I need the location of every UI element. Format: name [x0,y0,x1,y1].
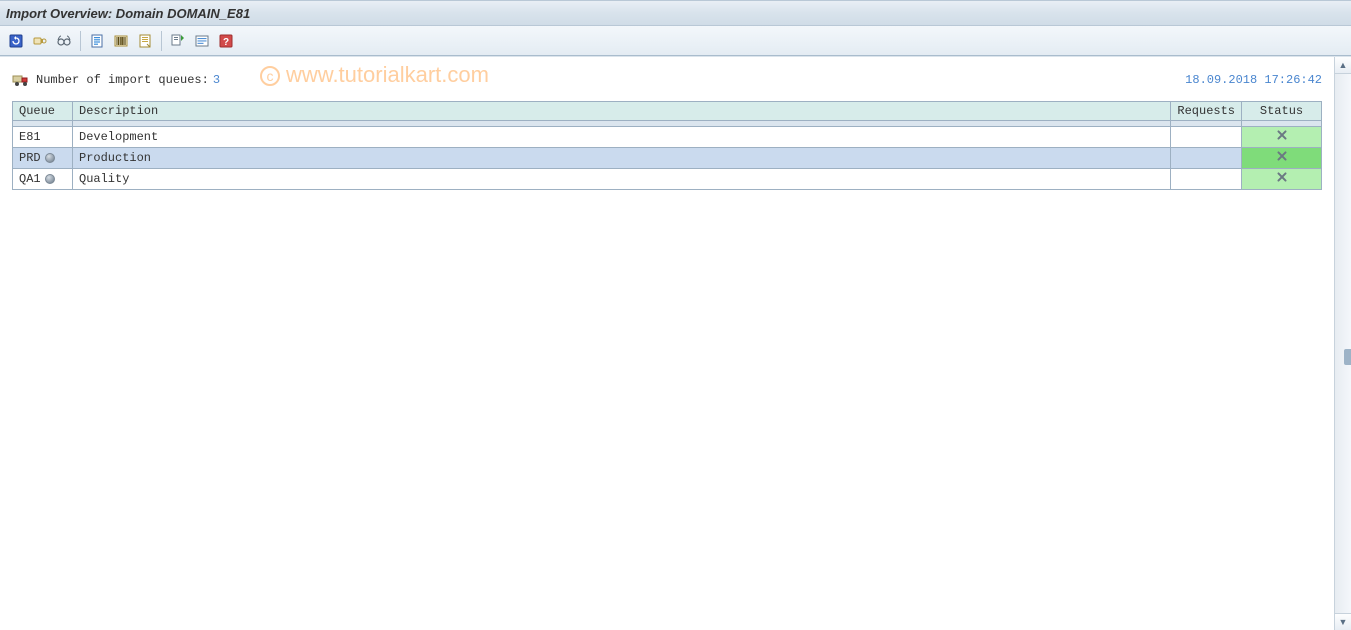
queue-count: 3 [213,73,220,87]
description-cell[interactable]: Development [73,127,1171,148]
import-queues-table: Queue Description Requests Status E81 Dev… [12,101,1322,190]
page-title: Import Overview: Domain DOMAIN_E81 [6,6,250,21]
table-row[interactable]: E81 Development [13,127,1322,148]
queue-id: PRD [19,151,41,165]
toolbar-separator [80,31,81,51]
col-header-description[interactable]: Description [73,102,1171,121]
svg-text:?: ? [223,37,229,48]
system-status-icon [45,153,55,163]
content-area: Number of import queues: 3 18.09.2018 17… [0,57,1334,630]
scroll-down-icon[interactable]: ▼ [1335,613,1351,630]
status-closed-icon [1276,129,1288,141]
status-cell[interactable] [1242,127,1322,148]
table-row[interactable]: QA1 Quality [13,169,1322,190]
barcode-icon[interactable] [110,30,132,52]
display-icon[interactable] [29,30,51,52]
requests-cell[interactable] [1171,148,1242,169]
list-icon[interactable] [191,30,213,52]
scroll-marker [1344,349,1351,365]
col-header-queue[interactable]: Queue [13,102,73,121]
requests-cell[interactable] [1171,169,1242,190]
queue-id: E81 [19,130,41,144]
system-status-icon [45,174,55,184]
scroll-up-icon[interactable]: ▲ [1335,57,1351,74]
queue-cell[interactable]: QA1 [13,169,73,190]
refresh-icon[interactable] [5,30,27,52]
status-closed-icon [1276,171,1288,183]
table-row[interactable]: PRD Production [13,148,1322,169]
glasses-icon[interactable] [53,30,75,52]
col-header-status[interactable]: Status [1242,102,1322,121]
col-header-requests[interactable]: Requests [1171,102,1242,121]
description-cell[interactable]: Production [73,148,1171,169]
page-icon[interactable] [86,30,108,52]
description-cell[interactable]: Quality [73,169,1171,190]
info-label: Number of import queues: [36,73,209,87]
queue-id: QA1 [19,172,41,186]
vertical-scrollbar[interactable]: ▲ ▼ [1334,57,1351,630]
status-cell[interactable] [1242,169,1322,190]
toolbar-separator [161,31,162,51]
status-closed-icon [1276,150,1288,162]
queue-cell[interactable]: E81 [13,127,73,148]
toolbar: ? cwww.tutorialkart.com [0,26,1351,56]
queue-cell[interactable]: PRD [13,148,73,169]
title-bar: Import Overview: Domain DOMAIN_E81 [0,0,1351,26]
status-cell[interactable] [1242,148,1322,169]
help-icon[interactable]: ? [215,30,237,52]
timestamp: 18.09.2018 17:26:42 [1185,73,1322,87]
properties-icon[interactable] [134,30,156,52]
truck-icon [12,73,30,87]
log-icon[interactable] [167,30,189,52]
requests-cell[interactable] [1171,127,1242,148]
